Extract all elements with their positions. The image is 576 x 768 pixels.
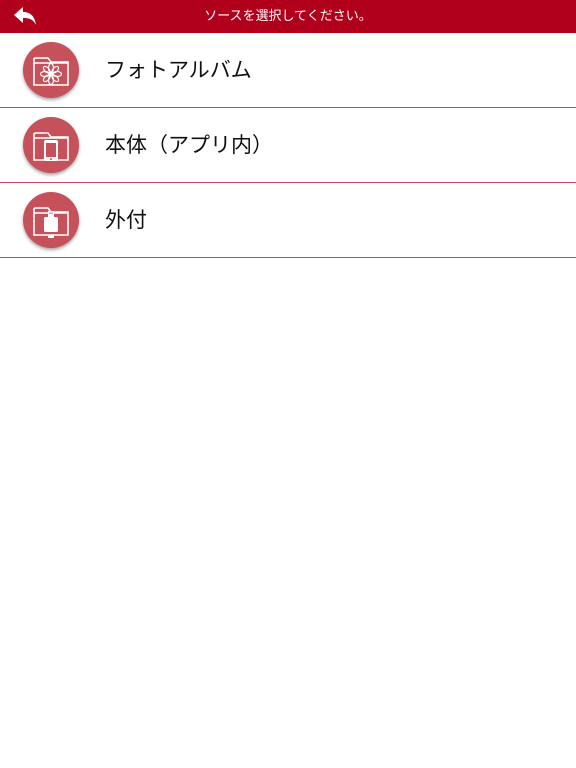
page-title: ソースを選択してください。 [204, 9, 372, 24]
photo-album-folder-icon [23, 42, 79, 98]
source-item-label: 外付 [105, 208, 147, 232]
external-storage-folder-icon [23, 192, 79, 248]
device-folder-icon [23, 117, 79, 173]
source-list: フォトアルバム 本体（アプリ内） 外付 [0, 33, 576, 258]
source-item-photo-album[interactable]: フォトアルバム [0, 33, 576, 108]
source-item-device[interactable]: 本体（アプリ内） [0, 108, 576, 183]
header-bar: ソースを選択してください。 [0, 0, 576, 33]
back-button[interactable] [12, 5, 42, 29]
source-item-external[interactable]: 外付 [0, 183, 576, 258]
source-item-label: フォトアルバム [105, 58, 252, 82]
reply-arrow-icon [14, 7, 36, 25]
source-item-label: 本体（アプリ内） [105, 133, 273, 157]
